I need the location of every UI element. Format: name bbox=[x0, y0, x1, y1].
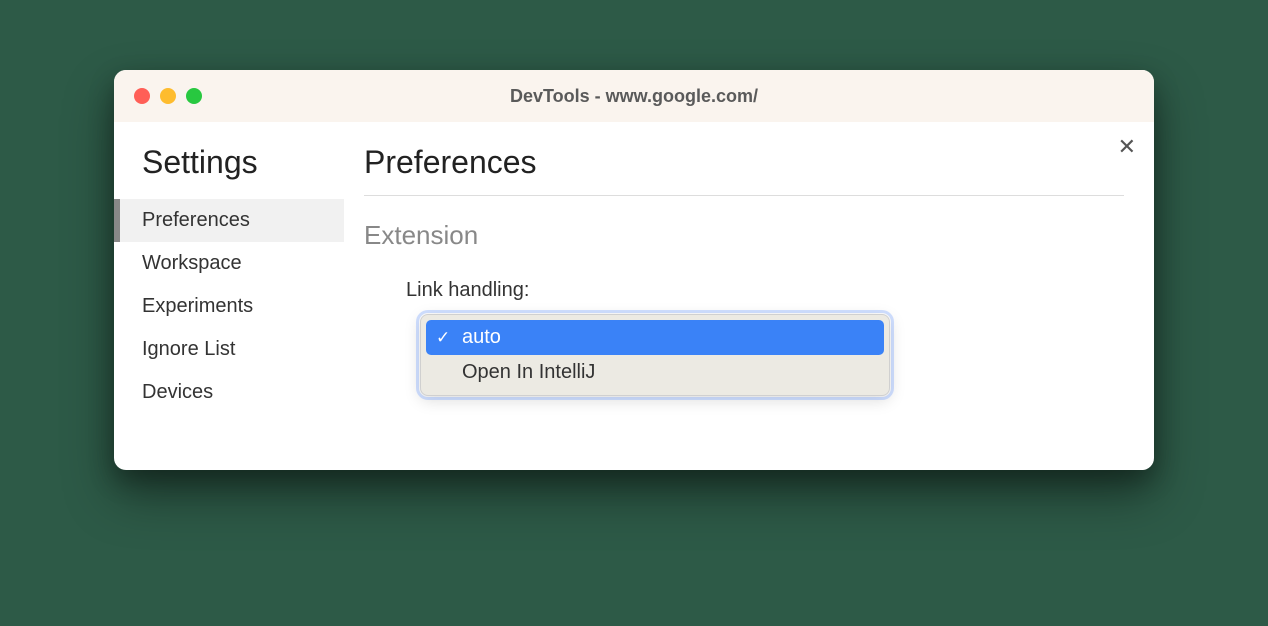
link-handling-dropdown[interactable]: ✓ auto Open In IntelliJ bbox=[420, 314, 890, 396]
dropdown-option-open-in-intellij[interactable]: Open In IntelliJ bbox=[426, 355, 884, 390]
sidebar-item-devices[interactable]: Devices bbox=[114, 371, 344, 414]
close-window-button[interactable] bbox=[134, 88, 150, 104]
window-title: DevTools - www.google.com/ bbox=[510, 86, 758, 107]
page-title: Preferences bbox=[364, 144, 1124, 181]
section-title: Extension bbox=[364, 220, 1124, 251]
sidebar-item-label: Experiments bbox=[142, 295, 253, 317]
close-settings-button[interactable]: ✕ bbox=[1118, 134, 1136, 160]
dropdown-option-auto[interactable]: ✓ auto bbox=[426, 320, 884, 355]
dropdown-option-label: auto bbox=[462, 326, 501, 348]
maximize-window-button[interactable] bbox=[186, 88, 202, 104]
sidebar-item-label: Preferences bbox=[142, 209, 250, 231]
sidebar-item-label: Devices bbox=[142, 381, 213, 403]
sidebar-item-workspace[interactable]: Workspace bbox=[114, 242, 344, 285]
sidebar-item-label: Workspace bbox=[142, 252, 242, 274]
sidebar-item-preferences[interactable]: Preferences bbox=[114, 199, 344, 242]
content-area: ✕ Settings Preferences Workspace Experim… bbox=[114, 122, 1154, 470]
divider bbox=[364, 195, 1124, 196]
sidebar: Settings Preferences Workspace Experimen… bbox=[114, 122, 344, 470]
sidebar-item-experiments[interactable]: Experiments bbox=[114, 285, 344, 328]
setting-label: Link handling: bbox=[406, 279, 1124, 302]
dropdown-option-label: Open In IntelliJ bbox=[462, 361, 595, 383]
minimize-window-button[interactable] bbox=[160, 88, 176, 104]
main-panel: Preferences Extension Link handling: ✓ a… bbox=[344, 122, 1154, 470]
sidebar-item-ignore-list[interactable]: Ignore List bbox=[114, 328, 344, 371]
check-icon: ✓ bbox=[436, 328, 450, 348]
dropdown-menu: ✓ auto Open In IntelliJ bbox=[420, 314, 890, 396]
sidebar-title: Settings bbox=[114, 144, 344, 181]
traffic-lights bbox=[134, 88, 202, 104]
sidebar-item-label: Ignore List bbox=[142, 338, 235, 360]
devtools-window: DevTools - www.google.com/ ✕ Settings Pr… bbox=[114, 70, 1154, 470]
setting-row-link-handling: Link handling: ✓ auto Open In IntelliJ bbox=[364, 279, 1124, 396]
titlebar: DevTools - www.google.com/ bbox=[114, 70, 1154, 122]
